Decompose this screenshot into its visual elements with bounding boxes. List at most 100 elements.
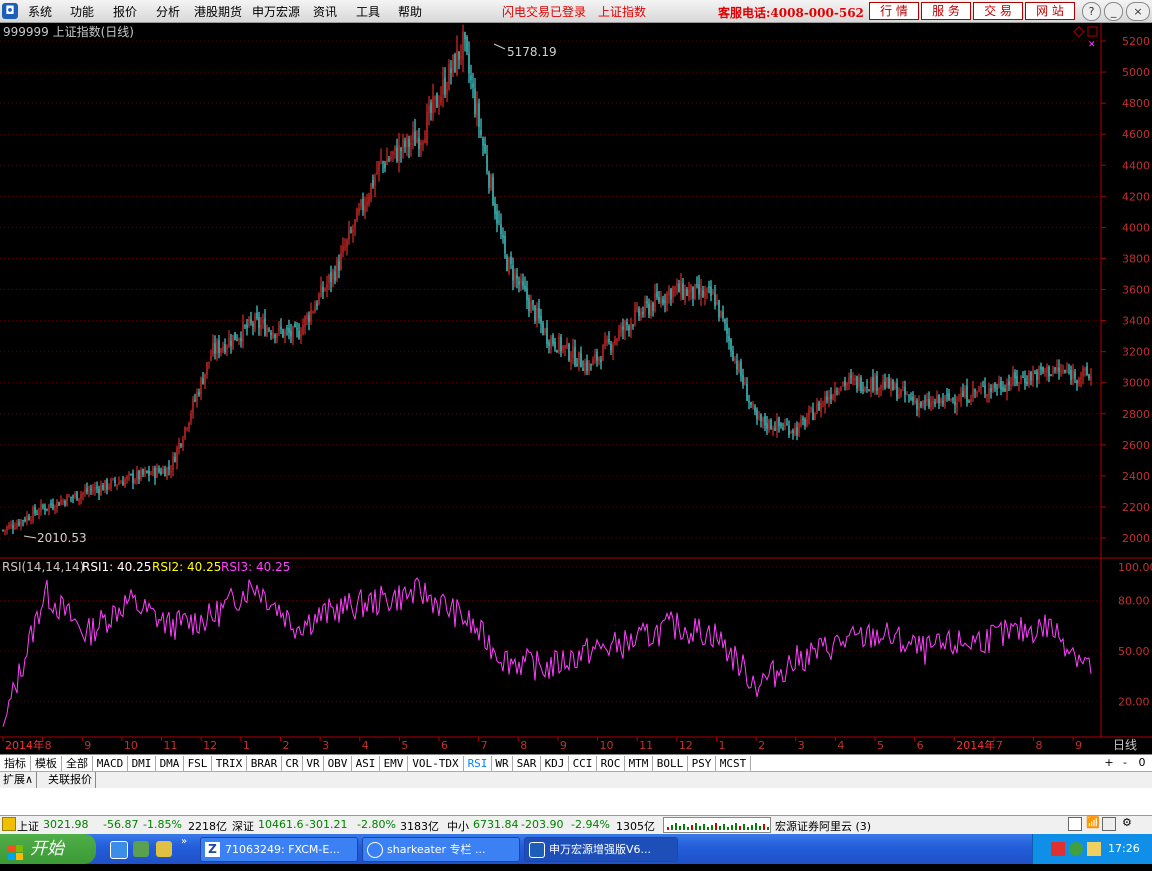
menu-hk-futures[interactable]: 港股期货 (194, 3, 242, 20)
taskbar-item-fxcm[interactable]: Z 71063249: FXCM-E... (200, 837, 358, 862)
tab-wr[interactable]: WR (492, 756, 513, 771)
tray-network-icon[interactable] (1069, 842, 1083, 856)
candle-body (18, 521, 20, 526)
tab-fsl[interactable]: FSL (184, 756, 212, 771)
menu-help[interactable]: 帮助 (398, 3, 422, 20)
close-icon[interactable]: × (1126, 2, 1150, 21)
candle-body (556, 350, 558, 353)
breadth-bar (683, 824, 685, 830)
taskbar-item-sharkeater[interactable]: sharkeater 专栏 ... (362, 837, 520, 862)
x-axis-label: 3 (322, 739, 329, 752)
candle-body (64, 500, 66, 505)
tab-obv[interactable]: OBV (324, 756, 352, 771)
tab-trix[interactable]: TRIX (212, 756, 247, 771)
menu-function[interactable]: 功能 (70, 3, 94, 20)
candle-body (72, 496, 74, 498)
tab-mtm[interactable]: MTM (625, 756, 653, 771)
candle-body (1044, 371, 1046, 373)
candle-body (222, 346, 224, 351)
minimize-icon[interactable]: _ (1104, 2, 1123, 21)
tray-red-icon[interactable] (1051, 842, 1065, 856)
tab-boll[interactable]: BOLL (653, 756, 688, 771)
chart-area[interactable]: 5200 5000 4800 4600 4400 4200 4000 3800 3600 3400… (0, 23, 1152, 754)
market-button[interactable]: 行 情 (869, 2, 919, 20)
trade-button[interactable]: 交 易 (973, 2, 1023, 20)
candle-body (1086, 366, 1088, 376)
candle-body (970, 399, 972, 403)
candle-body (592, 358, 594, 366)
tab-rsi[interactable]: RSI (464, 756, 492, 771)
candle-body (434, 95, 436, 101)
candle-body (1080, 377, 1082, 380)
zoom-in-button[interactable]: + (1102, 756, 1116, 770)
alert-icon[interactable] (2, 817, 16, 831)
candle-body (838, 391, 840, 394)
chevron-right-icon[interactable]: » (181, 836, 187, 847)
settings-icon[interactable]: ⚙ (1122, 816, 1132, 829)
app-quicklaunch-icon[interactable] (156, 841, 172, 857)
tab-dmi[interactable]: DMI (128, 756, 156, 771)
tab-asi[interactable]: ASI (352, 756, 380, 771)
taskbar-clock[interactable]: 17:26 (1108, 842, 1140, 855)
window-icon[interactable] (1068, 817, 1082, 831)
desktop-icon[interactable] (133, 841, 149, 857)
browser-icon (367, 842, 383, 858)
diamond-icon[interactable] (1073, 26, 1085, 38)
tray-shield-icon[interactable] (1087, 842, 1101, 856)
y-tick-label: 3000 (1122, 377, 1150, 390)
reset-button[interactable]: 0 (1135, 756, 1149, 770)
tab-brar[interactable]: BRAR (247, 756, 282, 771)
candle-body (818, 402, 820, 411)
zx-name[interactable]: 中小 (447, 818, 469, 834)
tab-vr[interactable]: VR (303, 756, 324, 771)
tab-macd[interactable]: MACD (93, 756, 128, 771)
period-label[interactable]: 日线 (1113, 738, 1137, 752)
restore-icon[interactable] (1087, 26, 1098, 37)
tab-kdj[interactable]: KDJ (541, 756, 569, 771)
tab-extend[interactable]: 扩展∧ (0, 772, 38, 788)
tab-mcst[interactable]: MCST (716, 756, 751, 771)
tab-template[interactable]: 模板 (31, 756, 62, 771)
y-tick-label: 3600 (1122, 284, 1150, 297)
taskbar-item-swhy[interactable]: 申万宏源增强版V6... (524, 837, 678, 862)
lock-icon[interactable] (1102, 817, 1116, 831)
tab-psy[interactable]: PSY (688, 756, 716, 771)
kline-chart[interactable]: 5200 5000 4800 4600 4400 4200 4000 3800 3600 3400… (0, 23, 1152, 754)
ie-icon[interactable] (110, 841, 128, 859)
menu-quote[interactable]: 报价 (113, 3, 137, 20)
tab-cr[interactable]: CR (282, 756, 303, 771)
service-button[interactable]: 服 务 (921, 2, 971, 20)
tab-dma[interactable]: DMA (156, 756, 184, 771)
menu-tools[interactable]: 工具 (356, 3, 380, 20)
tab-emv[interactable]: EMV (380, 756, 408, 771)
candle-body (122, 481, 124, 486)
candle-body (152, 467, 154, 475)
candle-body (1052, 370, 1054, 373)
tab-indicator[interactable]: 指标 (0, 756, 31, 771)
candle-body (424, 139, 426, 144)
candle-body (764, 416, 766, 426)
zoom-out-button[interactable]: - (1118, 756, 1132, 770)
candle-body (606, 339, 608, 344)
broker-server[interactable]: 宏源证券阿里云 (3) (775, 818, 871, 834)
help-icon[interactable]: ? (1082, 2, 1101, 21)
candle-body (342, 245, 344, 253)
menu-analysis[interactable]: 分析 (156, 3, 180, 20)
sh-name[interactable]: 上证 (17, 818, 39, 834)
menu-swhy[interactable]: 申万宏源 (252, 3, 300, 20)
sz-name[interactable]: 深证 (232, 818, 254, 834)
tab-all[interactable]: 全部 (62, 756, 93, 771)
website-button[interactable]: 网 站 (1025, 2, 1075, 20)
tab-cci[interactable]: CCI (569, 756, 597, 771)
menu-system[interactable]: 系统 (28, 3, 52, 20)
index-link[interactable]: 上证指数 (598, 3, 646, 20)
flash-trade-status[interactable]: 闪电交易已登录 (502, 3, 586, 20)
start-button[interactable]: 开始 (0, 834, 96, 864)
tab-related-quotes[interactable]: 关联报价 (45, 772, 96, 788)
tab-sar[interactable]: SAR (513, 756, 541, 771)
tab-roc[interactable]: ROC (597, 756, 625, 771)
menu-news[interactable]: 资讯 (313, 3, 337, 20)
tab-vol-tdx[interactable]: VOL-TDX (408, 756, 464, 771)
candle-body (92, 490, 94, 492)
candle-body (334, 271, 336, 281)
